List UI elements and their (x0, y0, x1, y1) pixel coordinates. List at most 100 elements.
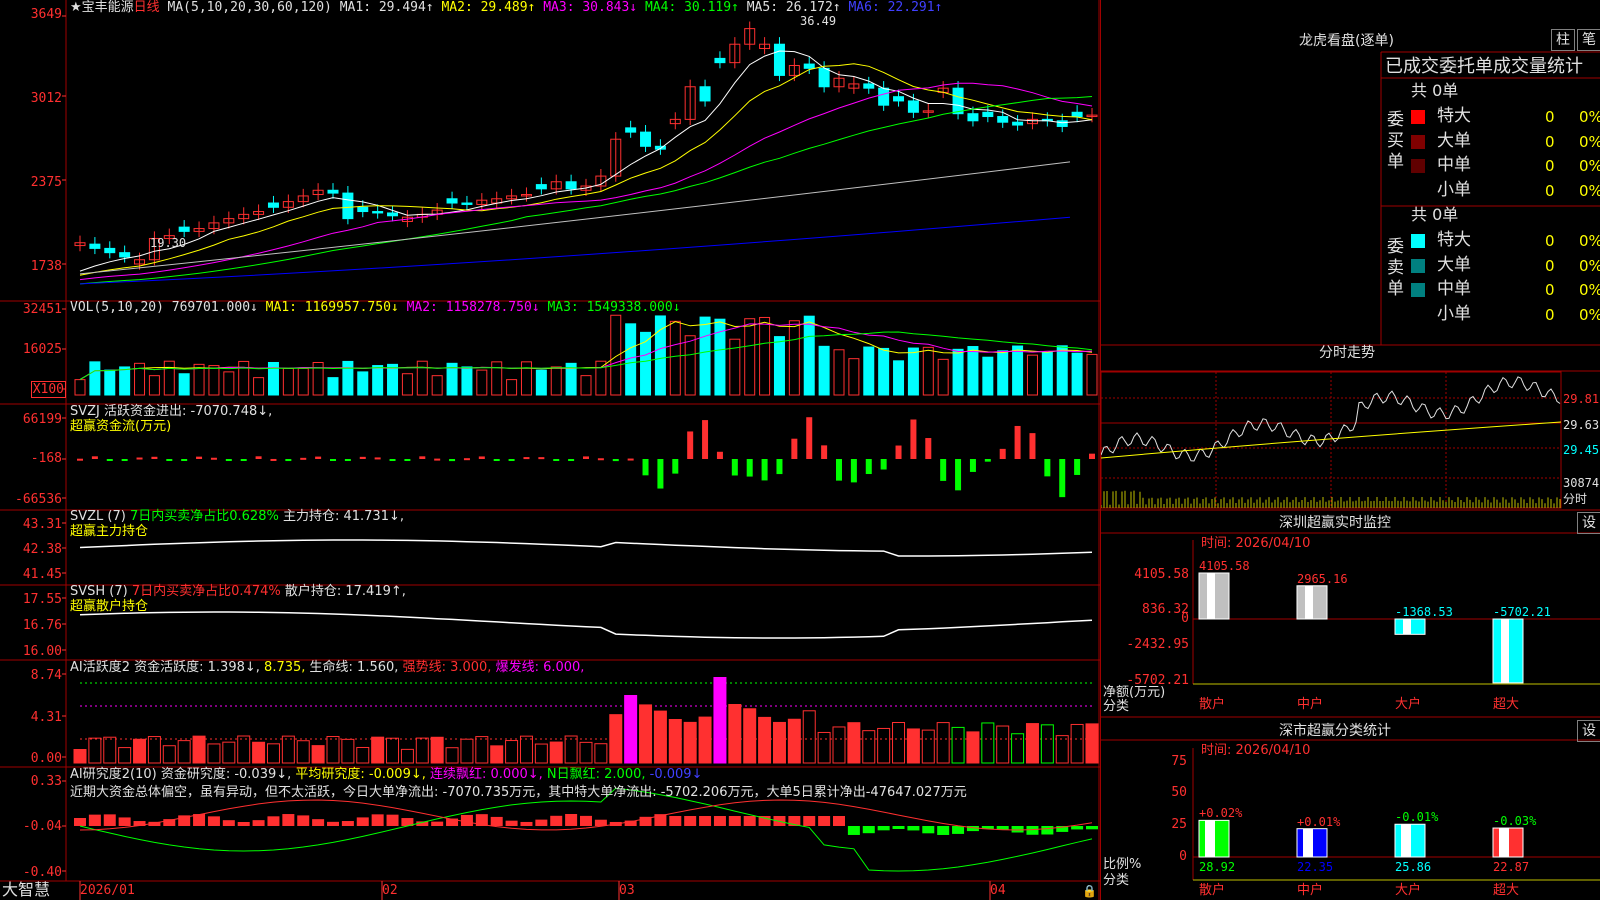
classify-settings-button[interactable]: 设 (1577, 720, 1600, 742)
sell-name: 大单 (1437, 254, 1471, 275)
flow-bar (181, 459, 188, 461)
research-bar (594, 819, 607, 826)
vol-y-1: 16025 (22, 342, 62, 357)
svsh-ratio: 7日内买卖净占比0.474% (131, 584, 281, 599)
volume-bar (282, 367, 294, 396)
sell-percent: 0% (1579, 256, 1600, 275)
date-feb: 02 (382, 883, 398, 898)
volume-bar (520, 361, 532, 396)
chart-area[interactable]: ★宝丰能源日线 MA(5,10,20,30,60,120) MA1: 29.49… (0, 0, 1100, 900)
flow-bar (940, 459, 947, 481)
activity-bar (1085, 723, 1099, 764)
activity-bar (862, 730, 876, 764)
kline-y-3: 1738 (30, 259, 62, 274)
flow-bar (687, 431, 694, 459)
bar-mode-button[interactable]: 柱 (1551, 29, 1575, 51)
flow-bar (672, 459, 679, 474)
activity-bar (237, 735, 251, 764)
candle (997, 116, 1009, 123)
activity-bar (430, 736, 444, 764)
svzl-ratio: 7日内买卖净占比0.628% (129, 509, 279, 524)
volume-bar (937, 358, 949, 396)
flow-bar (315, 456, 322, 459)
sell-row: 特大 0 0% (1411, 230, 1600, 252)
activity-bar (564, 735, 578, 764)
ma-line-1 (79, 50, 1093, 272)
vol-unit[interactable]: X100 (0, 381, 66, 398)
flow-bar (434, 458, 441, 461)
volume-bar (238, 360, 250, 396)
monitor-value: 2965.16 (1297, 571, 1348, 586)
volume-bar (818, 345, 830, 396)
volume-bar (148, 375, 160, 396)
stats-tab[interactable]: 已成交委托单成交量统计 (1385, 56, 1583, 78)
flow-bar (538, 457, 545, 460)
flow-bar (791, 438, 798, 459)
vol-header: VOL(5,10,20) 769701.000↓ MA1: 1169957.75… (70, 301, 681, 315)
volume-bar (773, 336, 785, 396)
monitor-ylabel: 净额(万元) (1103, 685, 1166, 700)
flow-bar (344, 459, 351, 461)
flow-bar (285, 459, 292, 462)
aiyj-y-2: -0.40 (22, 865, 62, 880)
buy-total: 共 0单 (1411, 81, 1459, 100)
flow-bar (969, 459, 976, 472)
volume-bar (1086, 353, 1098, 396)
aihy-y-2: 0.00 (30, 751, 62, 766)
monitor-bar-shine (1305, 585, 1313, 619)
classify-bar-shine (1401, 824, 1411, 857)
aihy-strong: 强势线: 3.000, (402, 660, 492, 675)
flow-bar (583, 456, 589, 459)
flow-bar (836, 459, 842, 481)
aiyj-y-1: -0.04 (22, 819, 62, 834)
buy-color-swatch (1411, 134, 1425, 149)
sell-count: 0 (1545, 232, 1555, 250)
activity-bar (371, 736, 385, 764)
tick-mode-button[interactable]: 笔 (1577, 29, 1600, 51)
candle (803, 63, 815, 69)
stock-name: 宝丰能源 (81, 0, 134, 15)
buy-percent: 0% (1579, 157, 1600, 175)
flow-bar (612, 459, 619, 462)
candle (1071, 111, 1083, 118)
candle (818, 67, 830, 88)
research-bar (803, 816, 816, 826)
aiyj-comment: 近期大资金总体偏空，虽有异动，但不太活跃，今日大单净流出: -7070.735万… (70, 785, 967, 800)
volume-bar (669, 320, 681, 396)
flow-bar (955, 459, 962, 491)
svsh-header: SVSH (7) 7日内买卖净占比0.474% 散户持仓: 17.419↑, (70, 585, 406, 599)
activity-bar (386, 737, 400, 764)
svsh-label: SVSH (7) (70, 584, 128, 599)
candle (640, 131, 652, 147)
ma5-value: MA5: 26.172↑ (746, 0, 841, 15)
buy-color-swatch (1411, 184, 1425, 198)
aihy-y-0: 8.74 (30, 668, 62, 683)
research-bar (713, 816, 726, 826)
sell-percent: 0% (1579, 232, 1600, 250)
star-icon[interactable]: ★ (70, 0, 82, 15)
high-marker: 36.49 (800, 14, 837, 28)
lhkp-title: 龙虎看盘(逐单) (1299, 33, 1394, 49)
period-label[interactable]: 日线 (134, 0, 160, 15)
fenshi-y-0: 29.81 (1563, 392, 1600, 406)
monitor-value: 4105.58 (1199, 559, 1250, 573)
activity-bar (921, 729, 935, 764)
monitor-settings-button[interactable]: 设 (1577, 512, 1600, 534)
volume-bar (1041, 352, 1053, 396)
classify-y-0: 75 (1171, 754, 1187, 769)
sell-count: 0 (1545, 256, 1555, 275)
sell-color-swatch (1411, 283, 1425, 297)
monitor-category: 中户 (1297, 697, 1324, 712)
vol-y-0: 32451 (22, 302, 62, 317)
monitor-y-0: 4105.58 (1134, 567, 1189, 582)
activity-bar (281, 735, 295, 764)
lock-icon[interactable]: 🔒 (1082, 884, 1097, 898)
research-bar (847, 826, 860, 835)
classify-xlabel: 分类 (1103, 873, 1130, 888)
sell-row: 大单 0 0% (1411, 255, 1600, 277)
classify-pct: -0.01% (1395, 810, 1439, 825)
sell-row: 小单 0 0% (1411, 304, 1600, 326)
activity-bar (758, 716, 772, 764)
classify-pct: +0.01% (1297, 814, 1341, 829)
flow-bar (270, 458, 277, 461)
